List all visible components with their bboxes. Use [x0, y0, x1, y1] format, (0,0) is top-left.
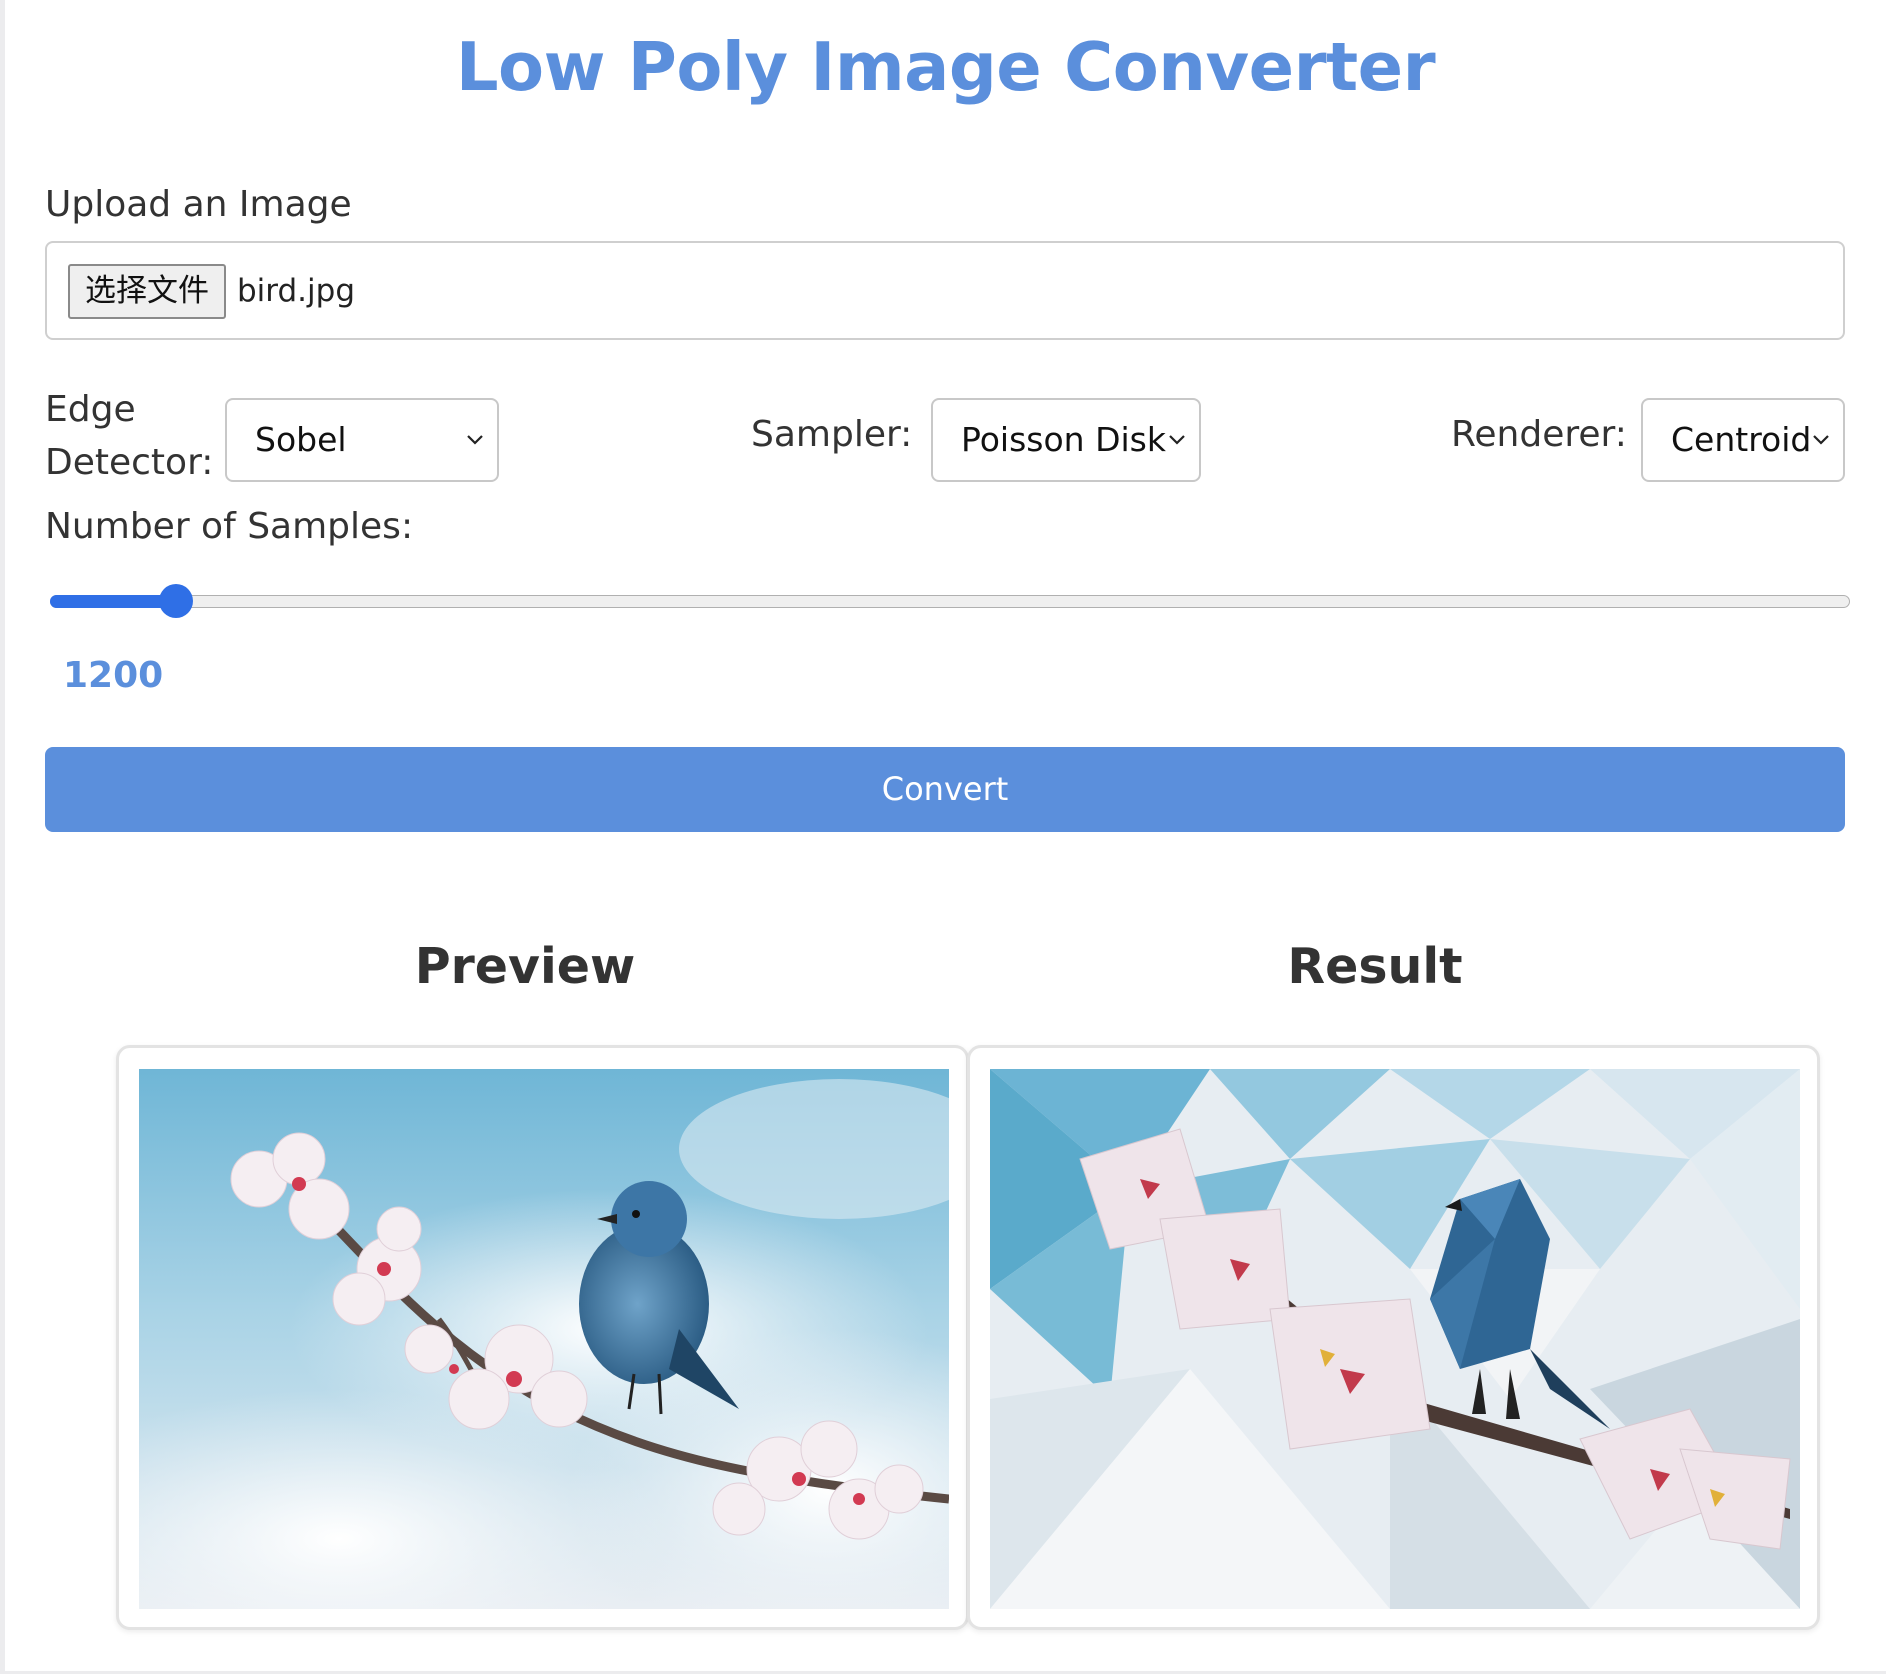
chevron-down-icon	[467, 435, 483, 445]
preview-heading: Preview	[414, 938, 636, 995]
file-name: bird.jpg	[237, 273, 355, 309]
slider-thumb[interactable]	[159, 584, 193, 618]
slider-track	[50, 595, 1850, 608]
chevron-down-icon	[1169, 435, 1185, 445]
renderer-select[interactable]: Centroid	[1641, 398, 1845, 482]
upload-label: Upload an Image	[45, 184, 352, 225]
result-card	[967, 1045, 1820, 1630]
page: Low Poly Image Converter Upload an Image…	[5, 0, 1886, 1671]
edge-detector-select[interactable]: Sobel	[225, 398, 499, 482]
choose-file-button[interactable]: 选择文件	[68, 264, 226, 319]
page-title: Low Poly Image Converter	[455, 28, 1436, 106]
renderer-label: Renderer:	[1451, 414, 1627, 455]
sampler-select[interactable]: Poisson Disk	[931, 398, 1201, 482]
sampler-value: Poisson Disk	[961, 420, 1166, 459]
edge-detector-value: Sobel	[255, 420, 347, 459]
samples-label: Number of Samples:	[45, 506, 414, 547]
convert-button[interactable]: Convert	[45, 747, 1845, 832]
result-heading: Result	[1287, 938, 1463, 995]
chevron-down-icon	[1813, 435, 1829, 445]
file-input[interactable]: 选择文件 bird.jpg	[45, 241, 1845, 340]
slider-fill	[50, 595, 176, 608]
samples-value: 1200	[63, 655, 164, 696]
samples-slider[interactable]	[50, 584, 1850, 618]
low-poly-bird-on-blossom-branch-icon	[990, 1069, 1800, 1609]
result-image	[990, 1069, 1800, 1609]
renderer-value: Centroid	[1671, 420, 1812, 459]
edge-detector-label: Edge Detector:	[45, 383, 213, 489]
preview-image	[139, 1069, 949, 1609]
preview-card	[116, 1045, 969, 1630]
edge-detector-label-line2: Detector:	[45, 442, 214, 483]
photo-bird-on-blossom-branch-icon	[139, 1069, 949, 1609]
sampler-label: Sampler:	[751, 414, 913, 455]
edge-detector-label-line1: Edge	[45, 389, 136, 430]
